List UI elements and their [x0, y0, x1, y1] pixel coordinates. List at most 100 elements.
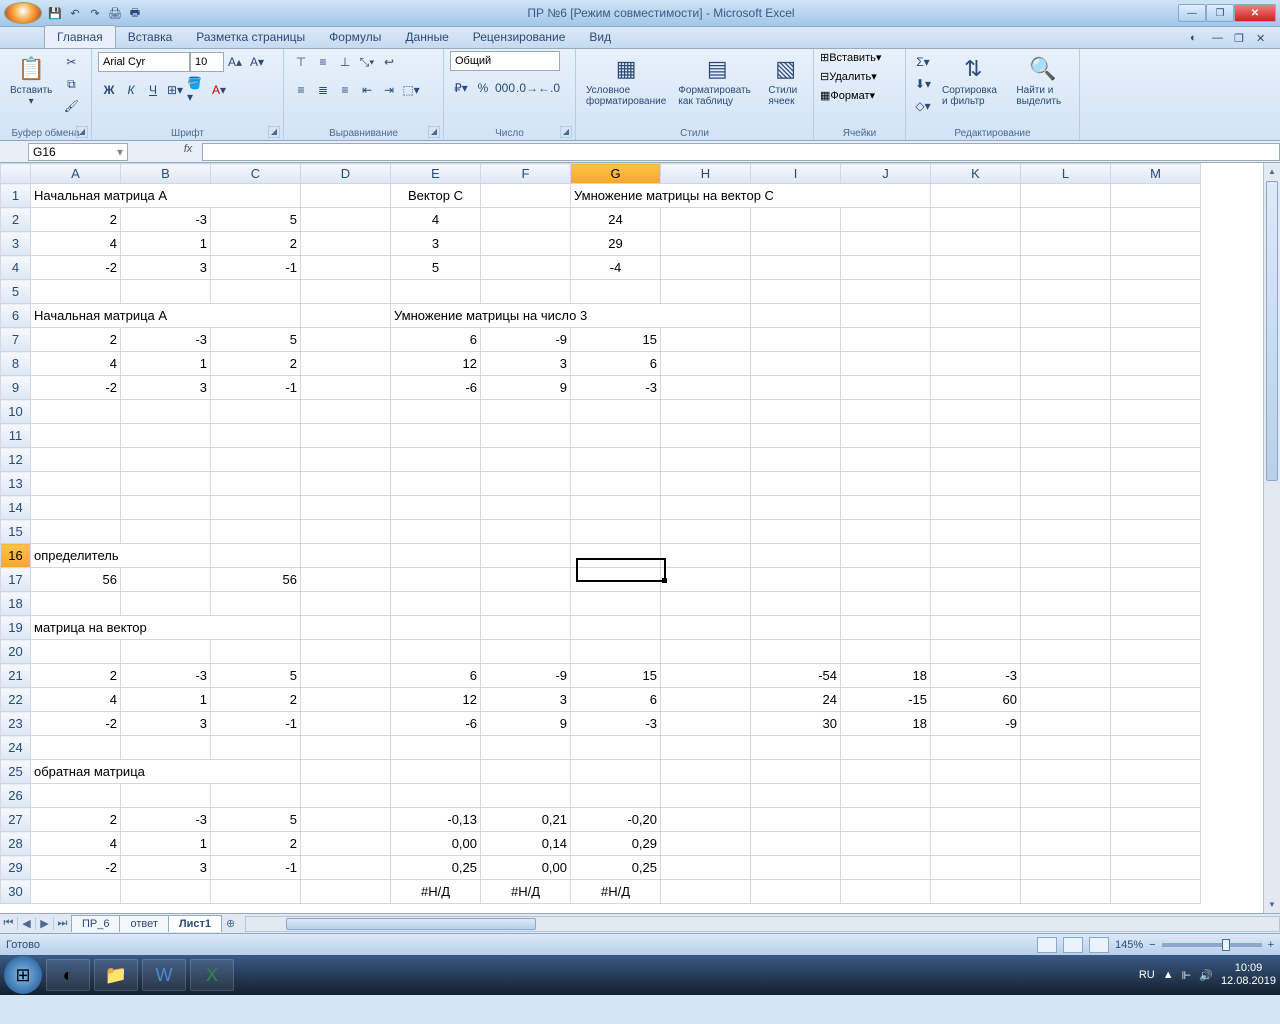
ribbon-tab-Разметка страницы[interactable]: Разметка страницы	[184, 26, 317, 48]
cell-H14[interactable]	[661, 496, 751, 520]
cell-H5[interactable]	[661, 280, 751, 304]
cell-H16[interactable]	[661, 544, 751, 568]
cell-F15[interactable]	[481, 520, 571, 544]
cell-M18[interactable]	[1111, 592, 1201, 616]
cell-H21[interactable]	[661, 664, 751, 688]
number-dialog-launcher[interactable]: ◢	[560, 126, 572, 138]
cell-E4[interactable]: 5	[391, 256, 481, 280]
cell-I17[interactable]	[751, 568, 841, 592]
row-header-3[interactable]: 3	[1, 232, 31, 256]
cell-M24[interactable]	[1111, 736, 1201, 760]
cell-D28[interactable]	[301, 832, 391, 856]
cell-C13[interactable]	[211, 472, 301, 496]
horizontal-scrollbar[interactable]	[245, 916, 1280, 932]
name-box[interactable]: G16▾	[28, 143, 128, 161]
row-header-25[interactable]: 25	[1, 760, 31, 784]
col-header-E[interactable]: E	[391, 164, 481, 184]
fill-color-button[interactable]: 🪣▾	[186, 79, 208, 101]
scroll-down-arrow[interactable]: ▼	[1264, 896, 1280, 913]
cell-F17[interactable]	[481, 568, 571, 592]
ribbon-tab-Вид[interactable]: Вид	[577, 26, 623, 48]
cell-E12[interactable]	[391, 448, 481, 472]
cell-G1[interactable]: Умножение матрицы на вектор C	[571, 184, 931, 208]
delete-cells-button[interactable]: ⊟ Удалить ▾	[820, 70, 877, 83]
ribbon-tab-Формулы[interactable]: Формулы	[317, 26, 393, 48]
font-size-combo[interactable]	[190, 52, 224, 72]
sheet-tab-ПР_6[interactable]: ПР_6	[71, 915, 120, 932]
cell-G28[interactable]: 0,29	[571, 832, 661, 856]
cell-L2[interactable]	[1021, 208, 1111, 232]
conditional-formatting-button[interactable]: ▦Условное форматирование	[582, 51, 670, 109]
hscroll-thumb[interactable]	[286, 918, 536, 930]
cell-C15[interactable]	[211, 520, 301, 544]
cell-F25[interactable]	[481, 760, 571, 784]
cell-B12[interactable]	[121, 448, 211, 472]
cell-K29[interactable]	[931, 856, 1021, 880]
cell-B4[interactable]: 3	[121, 256, 211, 280]
cell-M2[interactable]	[1111, 208, 1201, 232]
cell-A22[interactable]: 4	[31, 688, 121, 712]
cell-J4[interactable]	[841, 256, 931, 280]
cell-L4[interactable]	[1021, 256, 1111, 280]
cell-F14[interactable]	[481, 496, 571, 520]
cell-M6[interactable]	[1111, 304, 1201, 328]
cell-G4[interactable]: -4	[571, 256, 661, 280]
cell-M12[interactable]	[1111, 448, 1201, 472]
font-color-button[interactable]: A▾	[208, 79, 230, 101]
cell-C26[interactable]	[211, 784, 301, 808]
tray-lang[interactable]: RU	[1139, 969, 1155, 981]
col-header-I[interactable]: I	[751, 164, 841, 184]
cell-B7[interactable]: -3	[121, 328, 211, 352]
cell-L10[interactable]	[1021, 400, 1111, 424]
cell-A2[interactable]: 2	[31, 208, 121, 232]
cell-A5[interactable]	[31, 280, 121, 304]
cell-G7[interactable]: 15	[571, 328, 661, 352]
number-format-combo[interactable]	[450, 51, 560, 71]
cell-D23[interactable]	[301, 712, 391, 736]
cell-G15[interactable]	[571, 520, 661, 544]
cell-C14[interactable]	[211, 496, 301, 520]
cell-H27[interactable]	[661, 808, 751, 832]
cell-A15[interactable]	[31, 520, 121, 544]
cell-L28[interactable]	[1021, 832, 1111, 856]
cell-G21[interactable]: 15	[571, 664, 661, 688]
col-header-M[interactable]: M	[1111, 164, 1201, 184]
cell-J15[interactable]	[841, 520, 931, 544]
cell-A23[interactable]: -2	[31, 712, 121, 736]
cell-E1[interactable]: Вектор С	[391, 184, 481, 208]
zoom-out-button[interactable]: −	[1149, 939, 1155, 951]
cell-F8[interactable]: 3	[481, 352, 571, 376]
cell-J19[interactable]	[841, 616, 931, 640]
cell-F21[interactable]: -9	[481, 664, 571, 688]
maximize-button[interactable]: ❐	[1206, 4, 1234, 22]
cell-J27[interactable]	[841, 808, 931, 832]
cell-F12[interactable]	[481, 448, 571, 472]
cell-D16[interactable]	[301, 544, 391, 568]
qat-button-2[interactable]: ↷	[86, 4, 104, 22]
border-button[interactable]: ⊞▾	[164, 79, 186, 101]
cell-M4[interactable]	[1111, 256, 1201, 280]
row-header-10[interactable]: 10	[1, 400, 31, 424]
cell-M27[interactable]	[1111, 808, 1201, 832]
view-layout-button[interactable]	[1063, 937, 1083, 953]
cell-I3[interactable]	[751, 232, 841, 256]
cell-G20[interactable]	[571, 640, 661, 664]
cell-D29[interactable]	[301, 856, 391, 880]
cell-D9[interactable]	[301, 376, 391, 400]
cut-button[interactable]: ✂	[60, 51, 82, 73]
cell-B9[interactable]: 3	[121, 376, 211, 400]
cell-I29[interactable]	[751, 856, 841, 880]
cell-D11[interactable]	[301, 424, 391, 448]
formula-input[interactable]	[202, 143, 1280, 161]
cell-C3[interactable]: 2	[211, 232, 301, 256]
cell-C29[interactable]: -1	[211, 856, 301, 880]
cell-K10[interactable]	[931, 400, 1021, 424]
cell-A30[interactable]	[31, 880, 121, 904]
ribbon-tab-Данные[interactable]: Данные	[393, 26, 460, 48]
cell-M20[interactable]	[1111, 640, 1201, 664]
row-header-5[interactable]: 5	[1, 280, 31, 304]
cell-F18[interactable]	[481, 592, 571, 616]
cell-F28[interactable]: 0,14	[481, 832, 571, 856]
alignment-dialog-launcher[interactable]: ◢	[428, 126, 440, 138]
cell-J26[interactable]	[841, 784, 931, 808]
